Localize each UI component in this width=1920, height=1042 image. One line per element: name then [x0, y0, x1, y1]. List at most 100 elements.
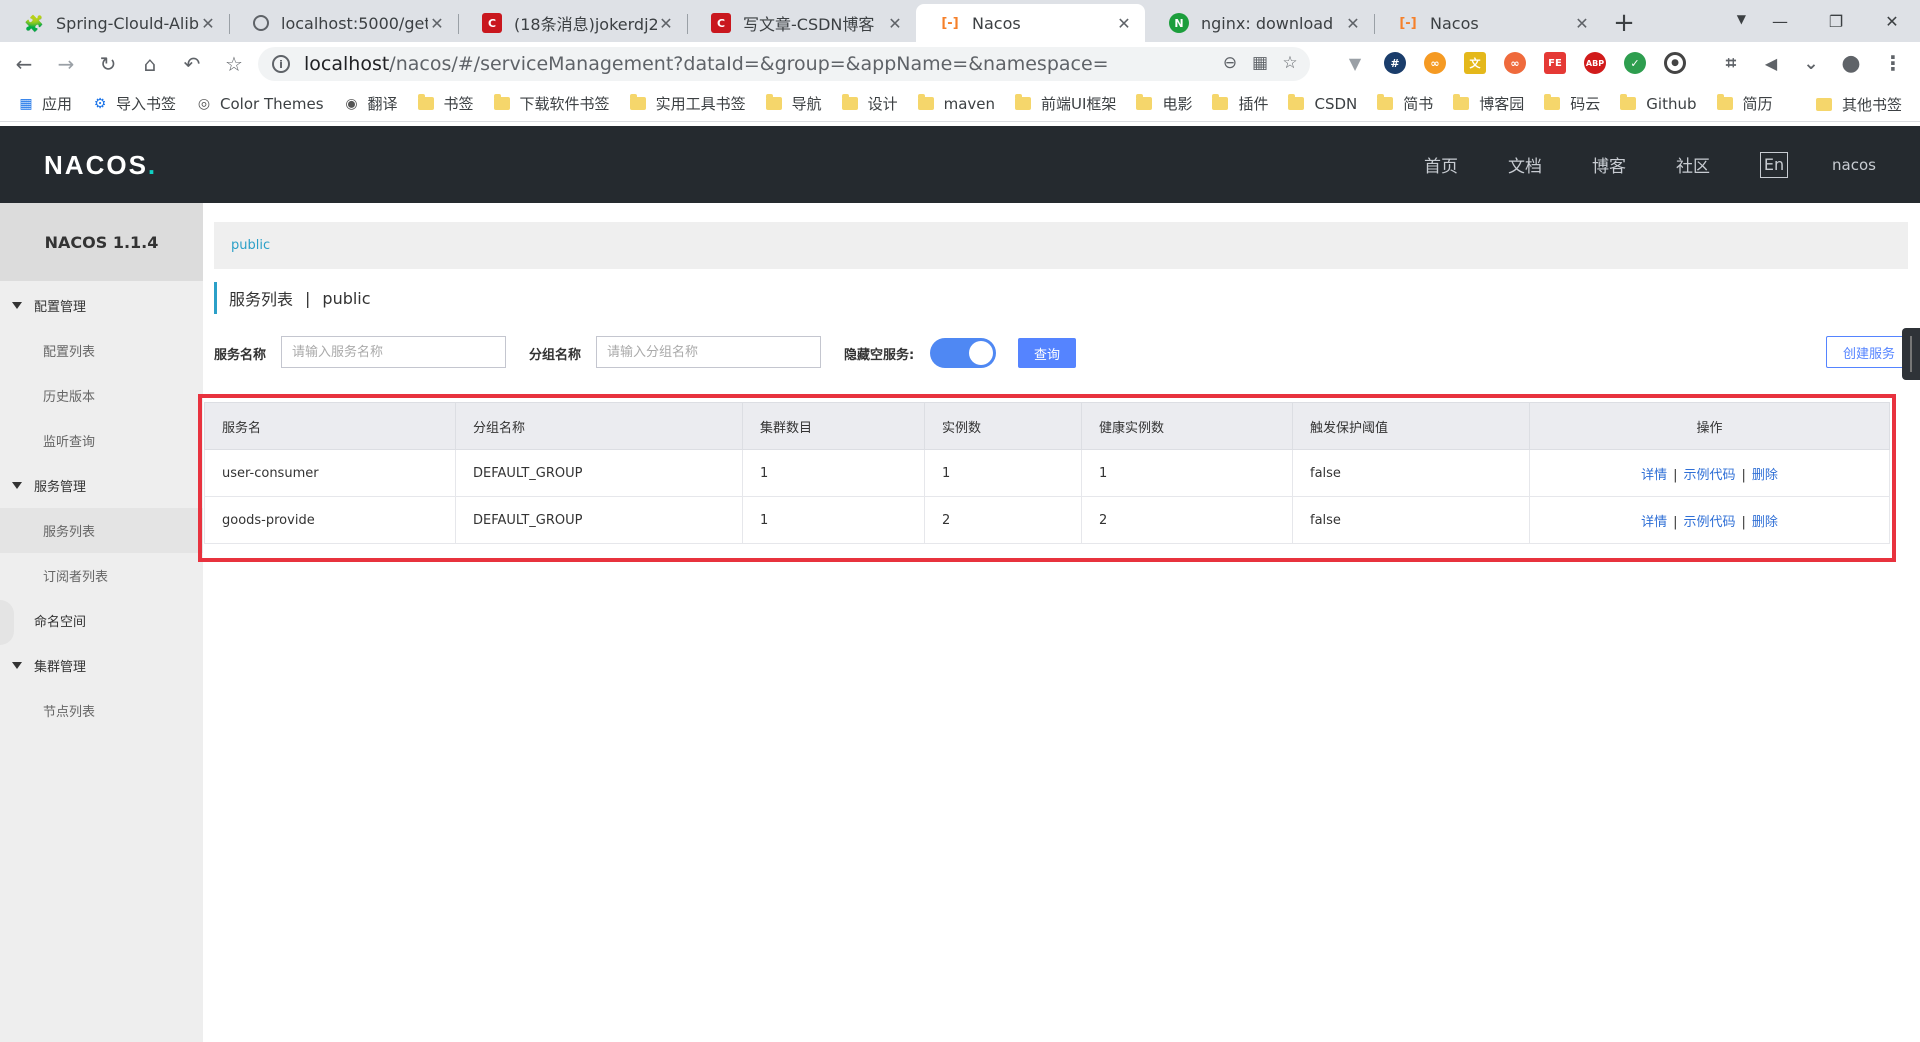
shield-extension-icon[interactable]: ✓ [1624, 52, 1646, 74]
back-button[interactable]: ← [6, 46, 42, 82]
bookmark-folder[interactable]: 简书 [1377, 93, 1433, 114]
home-button[interactable]: ⌂ [132, 46, 168, 82]
restore-button[interactable]: ❐ [1808, 0, 1864, 42]
sidebar-item-subscribers[interactable]: 订阅者列表 [0, 553, 203, 598]
nacos-logo[interactable]: NACOS. [44, 150, 157, 181]
bookmark-translate[interactable]: ◉ 翻译 [344, 93, 397, 114]
close-icon[interactable]: ✕ [1573, 14, 1591, 33]
user-name[interactable]: nacos [1832, 156, 1876, 174]
browser-tab-active[interactable]: [-] Nacos ✕ [916, 4, 1145, 42]
browser-tab[interactable]: C (18条消息)jokerdj233 ✕ [458, 4, 687, 42]
bookmark-folder[interactable]: 下载软件书签 [493, 93, 610, 114]
bookmark-folder[interactable]: 电影 [1136, 93, 1192, 114]
sample-code-link[interactable]: 示例代码 [1683, 515, 1735, 530]
delete-link[interactable]: 删除 [1752, 515, 1778, 530]
nav-docs[interactable]: 文档 [1508, 152, 1542, 177]
cell-operations: 详情 | 示例代码 | 删除 [1529, 496, 1890, 544]
more-extensions-icon[interactable]: ⌄ [1800, 52, 1822, 74]
star-icon[interactable]: ☆ [1280, 53, 1300, 73]
bookmark-folder[interactable]: 前端UI框架 [1015, 93, 1116, 114]
service-name-input[interactable] [281, 336, 506, 368]
bookmark-star-button[interactable]: ☆ [216, 46, 252, 82]
detail-link[interactable]: 详情 [1641, 468, 1667, 483]
nav-community[interactable]: 社区 [1676, 152, 1710, 177]
close-window-button[interactable]: ✕ [1864, 0, 1920, 42]
new-tab-button[interactable]: + [1603, 4, 1645, 42]
bookmark-folder[interactable]: 导航 [765, 93, 822, 114]
close-icon[interactable]: ✕ [1344, 14, 1362, 33]
bookmark-folder[interactable]: 码云 [1544, 93, 1600, 114]
close-icon[interactable]: ✕ [886, 14, 904, 33]
bookmark-color-themes[interactable]: ◎ Color Themes [196, 95, 324, 113]
bookmark-label: 插件 [1238, 95, 1269, 113]
side-drawer-handle[interactable] [1902, 328, 1920, 380]
forward-button[interactable]: → [48, 46, 84, 82]
sidebar-item-listener[interactable]: 监听查询 [0, 418, 203, 463]
close-icon[interactable]: ✕ [1115, 14, 1133, 33]
close-icon[interactable]: ✕ [428, 14, 446, 33]
sidebar-item-namespace[interactable]: 命名空间 [0, 598, 203, 645]
tab-search-icon[interactable]: ▼ [1737, 12, 1746, 26]
folder-icon [1136, 94, 1153, 110]
query-button[interactable]: 查询 [1018, 338, 1076, 368]
browser-tab[interactable]: C 写文章-CSDN博客 ✕ [687, 4, 916, 42]
bookmark-folder[interactable]: 博客园 [1453, 93, 1524, 114]
info-icon[interactable]: i [272, 55, 290, 73]
sidebar-item-service-list[interactable]: 服务列表 [0, 508, 203, 553]
translate-extension-icon[interactable]: 文 [1464, 52, 1486, 74]
breadcrumb-namespace[interactable]: public [231, 238, 270, 253]
mute-icon[interactable]: ◀ [1760, 52, 1782, 74]
delete-link[interactable]: 删除 [1752, 468, 1778, 483]
bookmark-folder[interactable]: 实用工具书签 [629, 93, 746, 114]
sidebar-group-service[interactable]: 服务管理 [0, 463, 203, 508]
hide-empty-toggle[interactable] [930, 338, 996, 368]
zoom-icon[interactable]: ⊖ [1220, 53, 1240, 73]
undo-button[interactable]: ↶ [174, 46, 210, 82]
infinity-extension-icon[interactable]: ∞ [1504, 52, 1526, 74]
sidebar-group-cluster[interactable]: 集群管理 [0, 643, 203, 688]
bookmark-apps[interactable]: ▦ 应用 [18, 93, 72, 114]
bookmark-folder[interactable]: 书签 [417, 93, 474, 114]
create-service-button[interactable]: 创建服务 [1826, 336, 1912, 368]
bookmark-folder[interactable]: Github [1620, 94, 1697, 113]
nacos-icon: [-] [1399, 15, 1417, 31]
browser-tab[interactable]: localhost:5000/getgo ✕ [229, 4, 458, 42]
bookmark-folder[interactable]: 设计 [841, 93, 898, 114]
bookmark-folder[interactable]: CSDN [1288, 94, 1357, 113]
sidebar-item-nodes[interactable]: 节点列表 [0, 688, 203, 733]
qr-code-icon[interactable]: ▦ [1250, 53, 1270, 73]
browser-tab[interactable]: [-] Nacos ✕ [1374, 4, 1603, 42]
detail-link[interactable]: 详情 [1641, 515, 1667, 530]
browser-tab[interactable]: N nginx: download ✕ [1145, 4, 1374, 42]
crop-icon[interactable]: ⌗ [1720, 52, 1742, 74]
table-row: goods-provide DEFAULT_GROUP 1 2 2 false … [204, 496, 1890, 544]
sidebar-item-config-list[interactable]: 配置列表 [0, 328, 203, 373]
adblock-extension-icon[interactable]: ABP [1584, 52, 1606, 74]
address-bar[interactable]: i localhost/nacos/#/serviceManagement?da… [258, 47, 1310, 81]
bookmark-folder[interactable]: 插件 [1212, 93, 1268, 114]
language-switch[interactable]: En [1760, 151, 1789, 178]
profile-icon[interactable]: ● [1840, 51, 1862, 76]
browser-tab[interactable]: 🧩 Spring-Clould-Alibaba ✕ [0, 4, 229, 42]
other-bookmarks[interactable]: 其他书签 [1815, 86, 1902, 122]
group-name-input[interactable] [596, 336, 821, 368]
sample-code-link[interactable]: 示例代码 [1683, 468, 1735, 483]
close-icon[interactable]: ✕ [657, 14, 675, 33]
close-icon[interactable]: ✕ [199, 14, 217, 33]
infinity-extension-icon[interactable]: ∞ [1424, 52, 1446, 74]
bookmark-folder[interactable]: 简历 [1716, 93, 1773, 114]
nav-blog[interactable]: 博客 [1592, 152, 1626, 177]
vimium-extension-icon[interactable]: ▼ [1344, 52, 1366, 74]
reload-button[interactable]: ↻ [90, 46, 126, 82]
cell-cluster-count: 1 [742, 449, 925, 497]
fe-extension-icon[interactable]: FE [1544, 52, 1566, 74]
sidebar-group-config[interactable]: 配置管理 [0, 283, 203, 328]
sidebar-item-history[interactable]: 历史版本 [0, 373, 203, 418]
menu-icon[interactable]: ⋮ [1882, 51, 1904, 75]
circle-extension-icon[interactable]: ● [1664, 52, 1686, 74]
nav-home[interactable]: 首页 [1424, 152, 1458, 177]
bookmark-folder[interactable]: maven [917, 94, 995, 113]
hash-extension-icon[interactable]: # [1384, 52, 1406, 74]
bookmark-import[interactable]: ⚙ 导入书签 [92, 93, 176, 114]
minimize-button[interactable]: — [1752, 0, 1808, 42]
